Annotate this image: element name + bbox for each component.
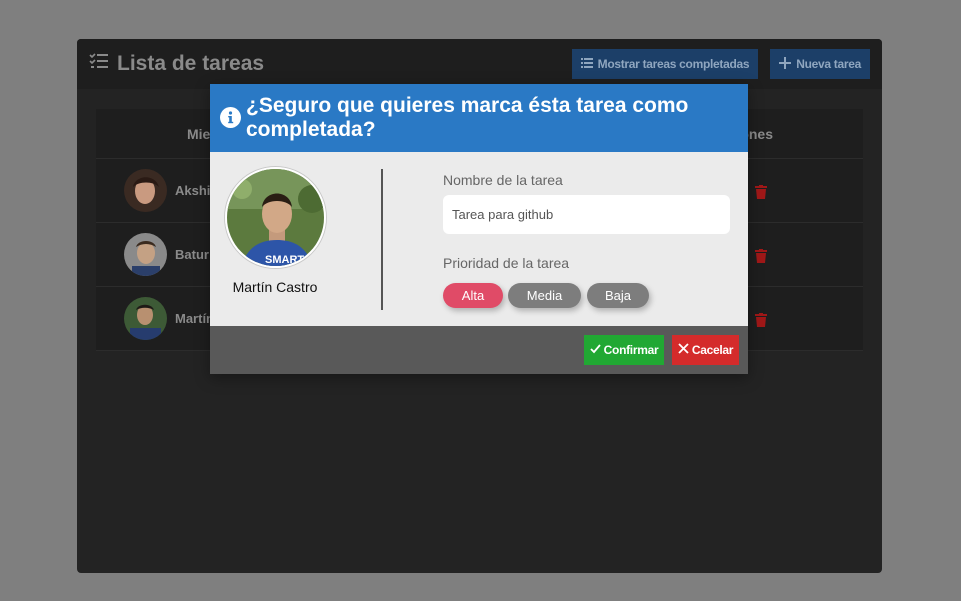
- priority-alta-chip[interactable]: Alta: [443, 283, 503, 308]
- new-task-button[interactable]: Nueva tarea: [770, 49, 870, 79]
- confirm-label: Confirmar: [603, 343, 659, 357]
- priority-baja-chip[interactable]: Baja: [587, 283, 649, 308]
- modal-footer: Confirmar Cacelar: [210, 326, 748, 374]
- task-name-label: Nombre de la tarea: [443, 172, 563, 188]
- cancel-label: Cacelar: [691, 343, 734, 357]
- member-name: Akshit: [175, 183, 215, 198]
- list-icon: [580, 57, 593, 72]
- delete-icon[interactable]: [755, 185, 767, 199]
- delete-icon[interactable]: [755, 249, 767, 263]
- confirm-button[interactable]: Confirmar: [584, 335, 664, 365]
- member-name: Batur: [175, 247, 209, 262]
- modal-header: ¿Seguro que quieres marca ésta tarea com…: [210, 84, 748, 152]
- confirm-complete-modal: ¿Seguro que quieres marca ésta tarea com…: [210, 84, 748, 374]
- check-icon: [590, 343, 601, 357]
- close-icon: [678, 343, 689, 357]
- col-members-header: Mier: [187, 125, 216, 142]
- cancel-button[interactable]: Cacelar: [672, 335, 739, 365]
- app-header: Lista de tareas Mostrar tareas completad…: [77, 39, 882, 89]
- modal-title: ¿Seguro que quieres marca ésta tarea com…: [246, 94, 689, 141]
- show-completed-label: Mostrar tareas completadas: [597, 57, 750, 71]
- avatar: [124, 297, 167, 340]
- svg-text:SMART: SMART: [265, 254, 304, 266]
- show-completed-button[interactable]: Mostrar tareas completadas: [571, 49, 759, 79]
- checklist-icon: [89, 51, 109, 77]
- divider: [381, 169, 383, 310]
- priority-label: Prioridad de la tarea: [443, 255, 570, 271]
- priority-media-chip[interactable]: Media: [508, 283, 581, 308]
- avatar: [124, 233, 167, 276]
- info-icon: [220, 107, 241, 128]
- task-name-input[interactable]: [443, 195, 730, 234]
- app-title-text: Lista de tareas: [117, 52, 265, 75]
- avatar: [124, 169, 167, 212]
- col-actions-header: ones: [740, 125, 773, 142]
- member-name: Martín: [175, 311, 214, 326]
- delete-icon[interactable]: [755, 313, 767, 327]
- app-title: Lista de tareas: [89, 51, 264, 77]
- user-name: Martín Castro: [232, 279, 318, 295]
- new-task-label: Nueva tarea: [796, 57, 861, 71]
- plus-icon: [779, 56, 792, 72]
- user-avatar: SMART: [225, 167, 326, 268]
